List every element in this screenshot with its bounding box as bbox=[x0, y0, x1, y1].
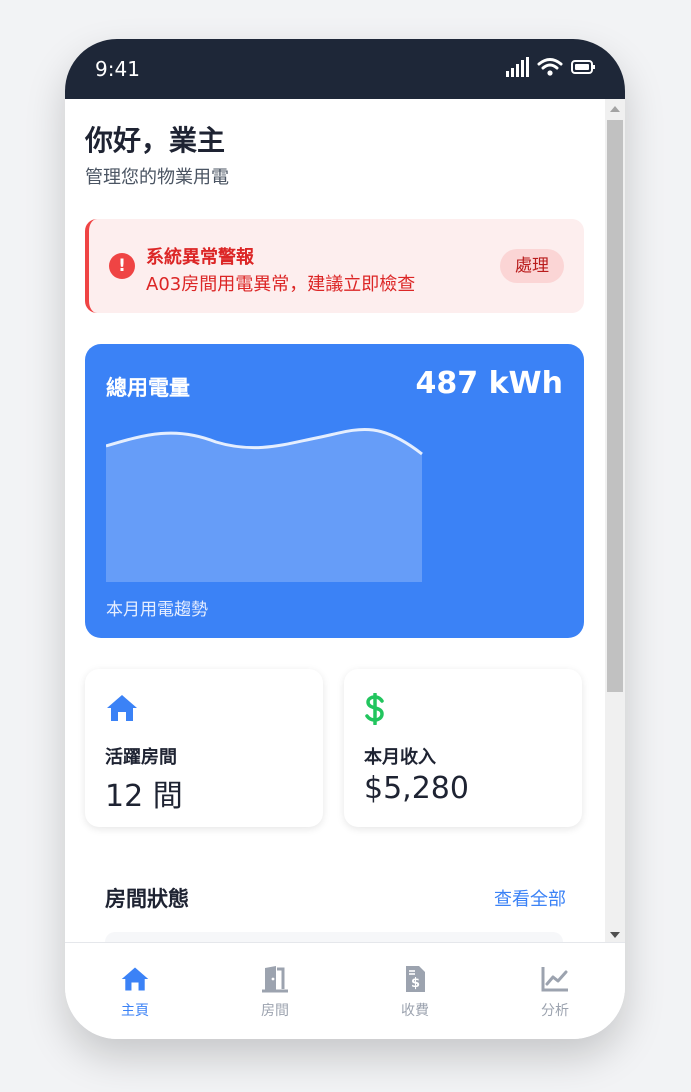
phone-frame: 9:41 你好，業主 管理您的物業用電 ! 系統異常警報 A03房間用電異常，建… bbox=[65, 39, 625, 1039]
invoice-icon: $ bbox=[406, 966, 425, 992]
usage-value: 487 kWh bbox=[415, 366, 563, 401]
view-all-link[interactable]: 查看全部 bbox=[494, 885, 566, 911]
room-list-item[interactable] bbox=[105, 932, 563, 942]
scroll-up-arrow[interactable] bbox=[610, 106, 620, 112]
scrollbar-thumb[interactable] bbox=[607, 120, 623, 692]
page-title: 你好，業主 bbox=[85, 124, 226, 157]
nav-label: 分析 bbox=[541, 1003, 569, 1019]
nav-item-home[interactable]: 主頁 bbox=[65, 943, 205, 1039]
nav-label: 房間 bbox=[261, 1003, 289, 1019]
signal-icon bbox=[506, 57, 529, 77]
usage-caption: 本月用電趨勢 bbox=[106, 600, 208, 620]
status-icons bbox=[505, 57, 595, 77]
battery-icon bbox=[571, 60, 595, 74]
wifi-icon bbox=[537, 58, 563, 76]
alert-message: A03房間用電異常，建議立即檢查 bbox=[146, 274, 416, 295]
main-content: 你好，業主 管理您的物業用電 ! 系統異常警報 A03房間用電異常，建議立即檢查… bbox=[65, 99, 605, 942]
nav-item-billing[interactable]: $ 收費 bbox=[345, 943, 485, 1039]
usage-trend-area bbox=[106, 429, 422, 582]
usage-title: 總用電量 bbox=[106, 376, 190, 400]
nav-item-rooms[interactable]: 房間 bbox=[205, 943, 345, 1039]
stat-value: $5,280 bbox=[364, 771, 469, 806]
nav-label: 主頁 bbox=[121, 1003, 149, 1019]
alert-handle-button[interactable]: 處理 bbox=[500, 249, 564, 283]
page-subtitle: 管理您的物業用電 bbox=[85, 167, 229, 188]
nav-label: 收費 bbox=[401, 1003, 429, 1019]
usage-card[interactable]: 總用電量 487 kWh 本月用電趨勢 bbox=[85, 344, 584, 638]
scrollbar[interactable] bbox=[605, 99, 625, 942]
bottom-nav: 主頁 房間 $ 收費 分析 bbox=[65, 942, 625, 1039]
alert-banner: ! 系統異常警報 A03房間用電異常，建議立即檢查 處理 bbox=[85, 219, 584, 313]
stat-label: 本月收入 bbox=[364, 747, 436, 768]
door-icon bbox=[262, 966, 288, 993]
alert-title: 系統異常警報 bbox=[146, 247, 254, 268]
scroll-down-arrow[interactable] bbox=[610, 932, 620, 938]
home-icon bbox=[107, 695, 137, 721]
nav-item-analytics[interactable]: 分析 bbox=[485, 943, 625, 1039]
stat-label: 活躍房間 bbox=[105, 747, 177, 768]
status-time: 9:41 bbox=[95, 57, 140, 81]
chart-line-icon bbox=[541, 967, 568, 992]
svg-text:$: $ bbox=[411, 976, 420, 991]
dollar-icon bbox=[365, 693, 384, 725]
stat-value: 12 間 bbox=[105, 779, 183, 814]
home-icon bbox=[121, 967, 149, 991]
status-bar: 9:41 bbox=[65, 39, 625, 99]
stat-card-monthly-income[interactable]: 本月收入 $5,280 bbox=[344, 669, 582, 827]
rooms-section-title: 房間狀態 bbox=[105, 887, 189, 911]
exclamation-circle-icon: ! bbox=[109, 253, 135, 279]
usage-trend-chart bbox=[106, 428, 423, 582]
stat-card-active-rooms[interactable]: 活躍房間 12 間 bbox=[85, 669, 323, 827]
